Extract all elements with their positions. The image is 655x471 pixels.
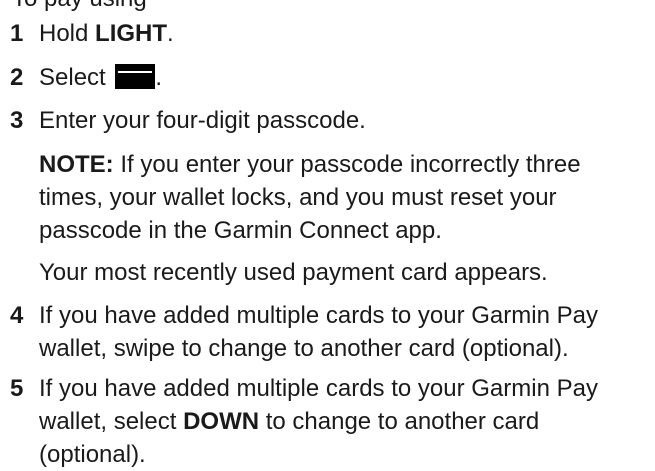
step-text: Hold LIGHT. bbox=[39, 20, 174, 47]
button-name-light: LIGHT bbox=[95, 20, 168, 47]
button-name-down: DOWN bbox=[183, 408, 260, 435]
step-number: 1 bbox=[10, 20, 24, 47]
step-number: 4 bbox=[10, 302, 24, 329]
step-text: Select . bbox=[39, 64, 163, 91]
note-text: If you enter your passcode incorrectly t… bbox=[39, 151, 581, 244]
step-text: Enter your four-digit passcode. bbox=[39, 107, 366, 134]
result-text: Your most recently used payment card app… bbox=[39, 259, 548, 286]
step-text: If you have added multiple cards to your… bbox=[39, 302, 598, 362]
note-label: NOTE: bbox=[39, 151, 114, 178]
step-number: 2 bbox=[10, 64, 24, 91]
step-number: 3 bbox=[10, 107, 24, 134]
step-number: 5 bbox=[10, 375, 24, 402]
step-text: If you have added multiple cards to your… bbox=[39, 375, 598, 468]
payment-card-icon bbox=[115, 64, 156, 89]
clipped-intro-line: To pay using bbox=[12, 0, 642, 14]
note-paragraph: NOTE: If you enter your passcode incorre… bbox=[39, 148, 649, 247]
clipped-intro-text: To pay using bbox=[12, 0, 147, 13]
